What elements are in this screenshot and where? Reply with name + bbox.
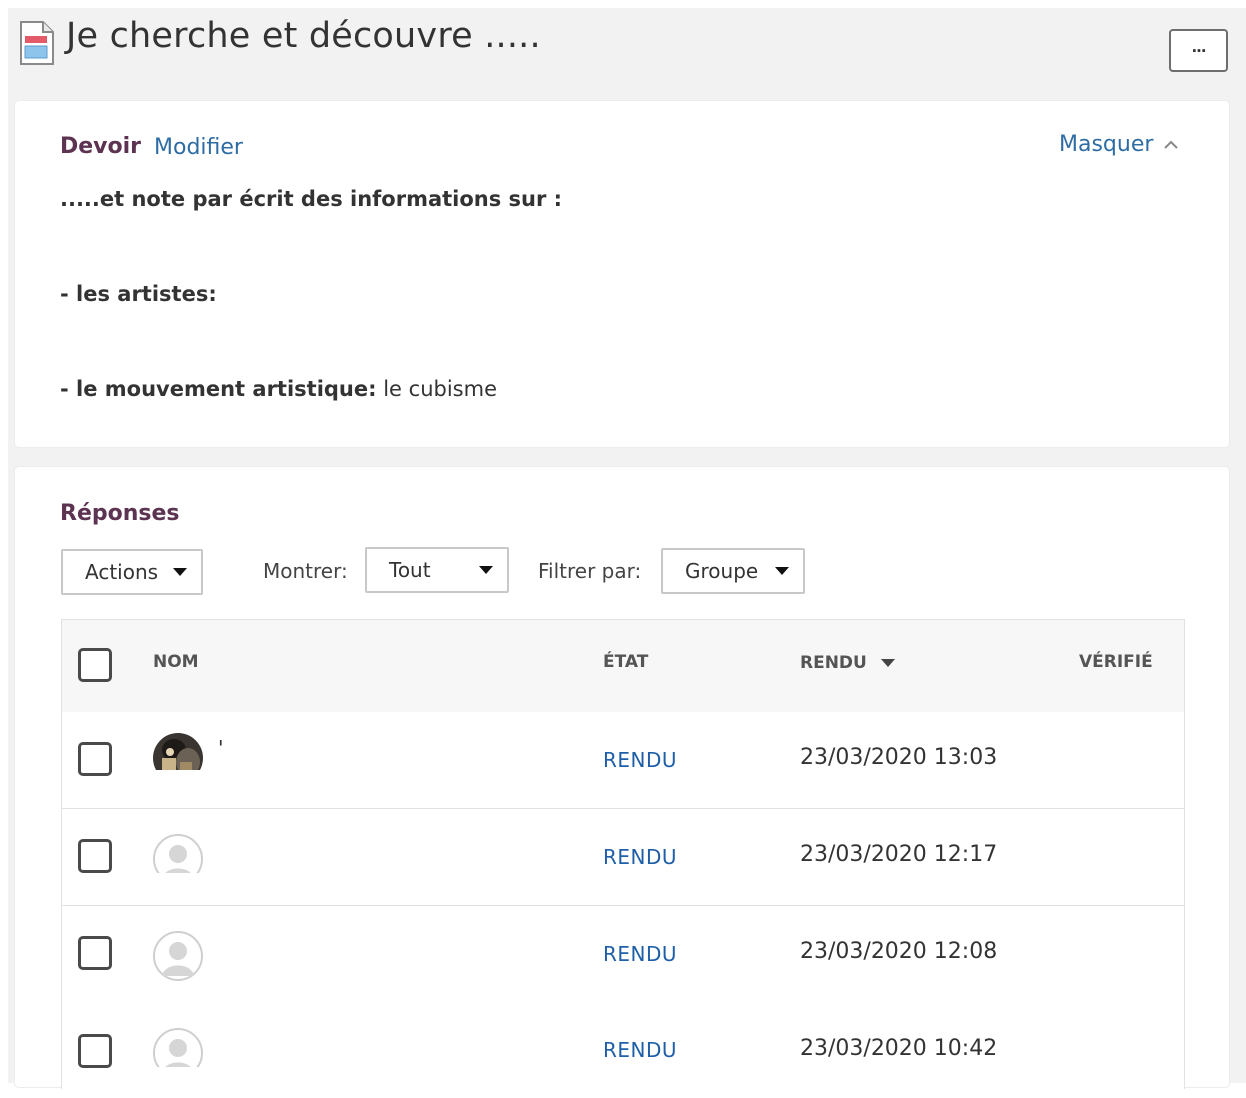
table-row[interactable]: RENDU 23/03/2020 10:42 — [62, 1002, 1184, 1098]
row-submitted-date: 23/03/2020 13:03 — [800, 745, 998, 770]
assignment-intro-text: .....et note par écrit des informations … — [60, 187, 563, 211]
filter-dropdown-value: Groupe — [685, 559, 759, 583]
default-avatar-icon — [152, 1028, 204, 1079]
actions-dropdown[interactable]: Actions — [61, 549, 203, 595]
actions-dropdown-label: Actions — [85, 560, 159, 584]
row-checkbox[interactable] — [78, 742, 112, 776]
row-submitted-date: 23/03/2020 12:08 — [800, 939, 998, 964]
caret-down-icon — [775, 567, 789, 575]
hide-link-label: Masquer — [1059, 132, 1154, 157]
row-checkbox[interactable] — [78, 1034, 112, 1068]
assignment-line-artists: - les artistes: — [60, 282, 217, 306]
table-row[interactable]: RENDU 23/03/2020 12:17 — [62, 809, 1184, 906]
responses-heading: Réponses — [60, 501, 180, 526]
show-dropdown-value: Tout — [389, 558, 431, 582]
row-status[interactable]: RENDU — [603, 942, 677, 966]
student-name[interactable] — [212, 906, 482, 1002]
column-state-header[interactable]: ÉTAT — [603, 652, 648, 672]
filter-dropdown[interactable]: Groupe — [661, 548, 805, 594]
document-icon — [20, 21, 54, 65]
default-avatar-icon — [153, 931, 203, 981]
student-name[interactable] — [212, 809, 482, 905]
row-status[interactable]: RENDU — [603, 845, 677, 869]
select-all-checkbox[interactable] — [78, 648, 112, 682]
table-row[interactable]: ' RENDU 23/03/2020 13:03 — [62, 712, 1184, 809]
assignment-line-intro: .....et note par écrit des informations … — [60, 187, 562, 211]
table-row[interactable]: RENDU 23/03/2020 12:08 — [62, 906, 1184, 1003]
responses-table: NOM ÉTAT RENDU VÉRIFIÉ ' RENDU 23/03/202… — [61, 619, 1185, 1098]
row-submitted-date: 23/03/2020 12:17 — [800, 842, 998, 867]
edit-link[interactable]: Modifier — [154, 135, 243, 160]
assignment-heading: Devoir — [60, 134, 142, 159]
row-submitted-date: 23/03/2020 10:42 — [800, 1036, 998, 1061]
show-dropdown[interactable]: Tout — [365, 547, 509, 593]
page: Je cherche et découvre ..... ··· Devoir … — [0, 0, 1246, 1098]
hide-toggle[interactable]: Masquer — [1059, 132, 1179, 157]
caret-down-icon — [173, 568, 187, 576]
show-label: Montrer: — [263, 559, 348, 583]
column-submitted-header[interactable]: RENDU — [800, 653, 895, 673]
row-status[interactable]: RENDU — [603, 748, 677, 772]
student-name[interactable] — [212, 1002, 482, 1088]
ellipsis-icon: ··· — [1191, 41, 1206, 60]
movement-value: le cubisme — [383, 377, 497, 401]
column-name-header[interactable]: NOM — [153, 652, 199, 672]
user-photo-icon — [152, 733, 204, 784]
caret-down-icon — [479, 566, 493, 574]
column-verified-header[interactable]: VÉRIFIÉ — [1079, 652, 1153, 672]
row-status[interactable]: RENDU — [603, 1038, 677, 1062]
movement-label: - le mouvement artistique: — [60, 377, 377, 401]
more-options-button[interactable]: ··· — [1169, 29, 1228, 72]
row-checkbox[interactable] — [78, 839, 112, 873]
column-submitted-label: RENDU — [800, 653, 867, 673]
assignment-line-movement: - le mouvement artistique: le cubisme — [60, 377, 497, 401]
chevron-up-icon — [1164, 140, 1179, 149]
table-header: NOM ÉTAT RENDU VÉRIFIÉ — [62, 620, 1184, 713]
default-avatar-icon — [152, 834, 204, 885]
assignment-card: Devoir Modifier Masquer .....et note par… — [15, 101, 1229, 447]
row-checkbox[interactable] — [78, 936, 112, 970]
artists-label: - les artistes: — [60, 282, 217, 306]
filter-label: Filtrer par: — [538, 559, 642, 583]
page-title: Je cherche et découvre ..... — [66, 16, 541, 56]
student-name[interactable]: ' — [218, 736, 224, 760]
sort-desc-icon — [880, 659, 895, 667]
